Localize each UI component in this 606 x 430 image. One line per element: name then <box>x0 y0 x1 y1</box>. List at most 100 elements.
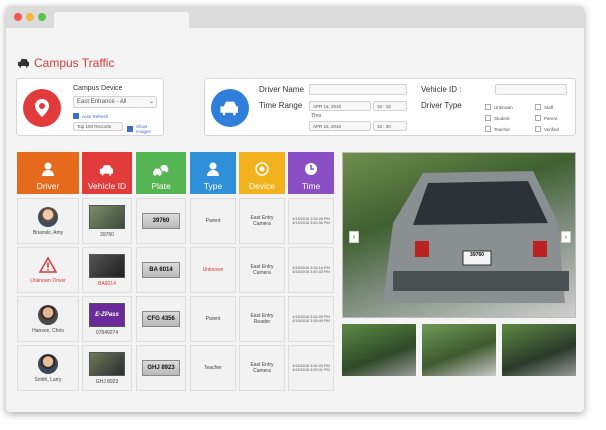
column-label: Plate <box>151 181 171 191</box>
driver-type: Parent <box>205 218 221 224</box>
close-dot[interactable] <box>14 13 22 21</box>
show-images-label: Show Images <box>135 124 151 134</box>
ezpass-logo: E-ZPass <box>89 302 125 327</box>
warning-icon <box>39 256 57 273</box>
next-image-button[interactable]: › <box>561 231 571 243</box>
driver-type-label: Driver Type <box>421 101 462 110</box>
minimize-dot[interactable] <box>26 13 34 21</box>
type-staff-checkbox[interactable]: Staff <box>535 104 553 110</box>
type-teacher-label: Teacher <box>494 126 511 132</box>
photo-plate-text: 39760 <box>470 252 484 258</box>
car-icon <box>99 165 113 176</box>
avatar <box>38 353 58 374</box>
clock-icon <box>305 163 317 175</box>
plate-number: 39760 <box>142 213 180 229</box>
driver-type: Parent <box>205 316 221 322</box>
column-header-time[interactable]: Time <box>288 152 334 194</box>
vehicle-thumbnail <box>89 204 125 229</box>
car-icon <box>18 59 29 68</box>
plate-cell[interactable]: BA 6014 <box>136 247 186 293</box>
driver-name: Smith, Larry <box>34 376 62 383</box>
driver-cell[interactable]: Unknown Driver <box>17 247 79 293</box>
avatar <box>38 206 58 227</box>
type-parent-label: Parent <box>544 115 558 121</box>
vehicle-id: BA6014 <box>98 280 116 287</box>
prev-image-button[interactable]: ‹ <box>349 231 359 243</box>
type-cell: Parent <box>190 198 236 244</box>
plate-cell[interactable]: 39760 <box>136 198 186 244</box>
vehicle-cell[interactable]: E-ZPass 07849274 <box>82 296 132 342</box>
device-select[interactable]: East Entrance - All ⌄ <box>73 96 157 108</box>
time-out: 4/15/2016 3:29:41 PM <box>292 368 330 372</box>
column-header-device[interactable]: Device <box>239 152 285 194</box>
suv-image <box>383 171 569 303</box>
column-header-vehicle[interactable]: Vehicle ID <box>82 152 132 194</box>
plate-number: CFG 4356 <box>142 311 180 327</box>
type-teacher-checkbox[interactable]: Teacher <box>485 126 510 132</box>
browser-tab[interactable] <box>54 12 189 28</box>
driver-name-input[interactable] <box>309 84 407 95</box>
browser-titlebar <box>6 6 584 28</box>
driver-name: Hanson, Chris <box>32 327 64 334</box>
device-cell: East Entry Camera <box>239 345 285 391</box>
thumbnail-1[interactable] <box>342 324 416 376</box>
device-cell: East Entry Reader <box>239 296 285 342</box>
plate-number: BA 6014 <box>142 262 180 278</box>
records-value: Top 100 Records <box>77 124 112 129</box>
chevron-down-icon: ⌄ <box>148 99 154 105</box>
type-student-checkbox[interactable]: Student <box>485 115 510 121</box>
driver-type: Teacher <box>204 365 222 371</box>
column-header-plate[interactable]: Plate <box>136 152 186 194</box>
driver-cell[interactable]: Smith, Larry <box>17 345 79 391</box>
type-staff-label: Staff <box>544 104 554 110</box>
vehicle-id: GHJ 8923 <box>95 378 119 385</box>
time-to-input[interactable]: 15 : 30 <box>373 121 407 131</box>
time-cell: 4/15/2016 3:34:16 PM 4/15/2016 3:40:33 PM <box>288 247 334 293</box>
column-label: Time <box>301 181 321 191</box>
driver-name: Brianski, Amy <box>32 229 64 236</box>
auto-refresh-checkbox[interactable]: Auto Refresh <box>73 113 108 119</box>
plate-cell[interactable]: CFG 4356 <box>136 296 186 342</box>
type-parent-checkbox[interactable]: Parent <box>535 115 557 121</box>
show-images-checkbox[interactable]: Show Images <box>127 124 163 134</box>
driver-name-label: Driver Name <box>259 85 304 94</box>
type-verified-checkbox[interactable]: Verified <box>535 126 559 132</box>
time-out: 4/15/2016 3:40:30 PM <box>292 221 330 225</box>
vehicle-photo[interactable]: 39760 ‹ › <box>342 152 576 318</box>
column-header-type[interactable]: Type <box>190 152 236 194</box>
date-from-input[interactable]: APR 15, 2016 <box>309 101 371 111</box>
type-cell: Unknown <box>190 247 236 293</box>
vehicle-id-label: Vehicle ID : <box>421 85 462 94</box>
maximize-dot[interactable] <box>38 13 46 21</box>
chevron-right-icon: › <box>564 233 568 241</box>
cars-icon <box>153 165 169 176</box>
driver-cell[interactable]: Brianski, Amy <box>17 198 79 244</box>
time-cell: 4/15/2016 3:34:09 PM 4/15/2016 3:39:49 PM <box>288 296 334 342</box>
thumbnail-3[interactable] <box>502 324 576 376</box>
vehicle-cell[interactable]: 39760 <box>82 198 132 244</box>
type-verified-label: Verified <box>544 126 560 132</box>
device-name: East Entry Camera <box>250 264 274 276</box>
type-cell: Teacher <box>190 345 236 391</box>
column-label: Device <box>249 181 275 191</box>
type-unknown-label: Unknown <box>494 104 513 110</box>
records-select[interactable]: Top 100 Records <box>73 122 123 131</box>
driver-cell[interactable]: Hanson, Chris <box>17 296 79 342</box>
time-from-input[interactable]: 15 : 15 <box>373 101 407 111</box>
plate-number: GHJ 8923 <box>142 360 180 376</box>
vehicle-thumbnail <box>89 253 125 278</box>
type-unknown-checkbox[interactable]: Unknown <box>485 104 513 110</box>
vehicle-cell[interactable]: GHJ 8923 <box>82 345 132 391</box>
plate-cell[interactable]: GHJ 8923 <box>136 345 186 391</box>
vehicle-cell[interactable]: BA6014 <box>82 247 132 293</box>
vehicle-id-input[interactable] <box>495 84 567 95</box>
column-header-driver[interactable]: Driver <box>17 152 79 194</box>
type-student-label: Student <box>494 115 510 121</box>
thumbnail-2[interactable] <box>422 324 496 376</box>
device-cell: East Entry Camera <box>239 198 285 244</box>
page-title: Campus Traffic <box>18 56 114 70</box>
time-out: 4/15/2016 3:39:49 PM <box>292 319 330 323</box>
vehicle-id: 07849274 <box>95 329 119 336</box>
date-to-input[interactable]: APR 15, 2016 <box>309 121 371 131</box>
device-name: East Entry Reader <box>250 313 274 325</box>
